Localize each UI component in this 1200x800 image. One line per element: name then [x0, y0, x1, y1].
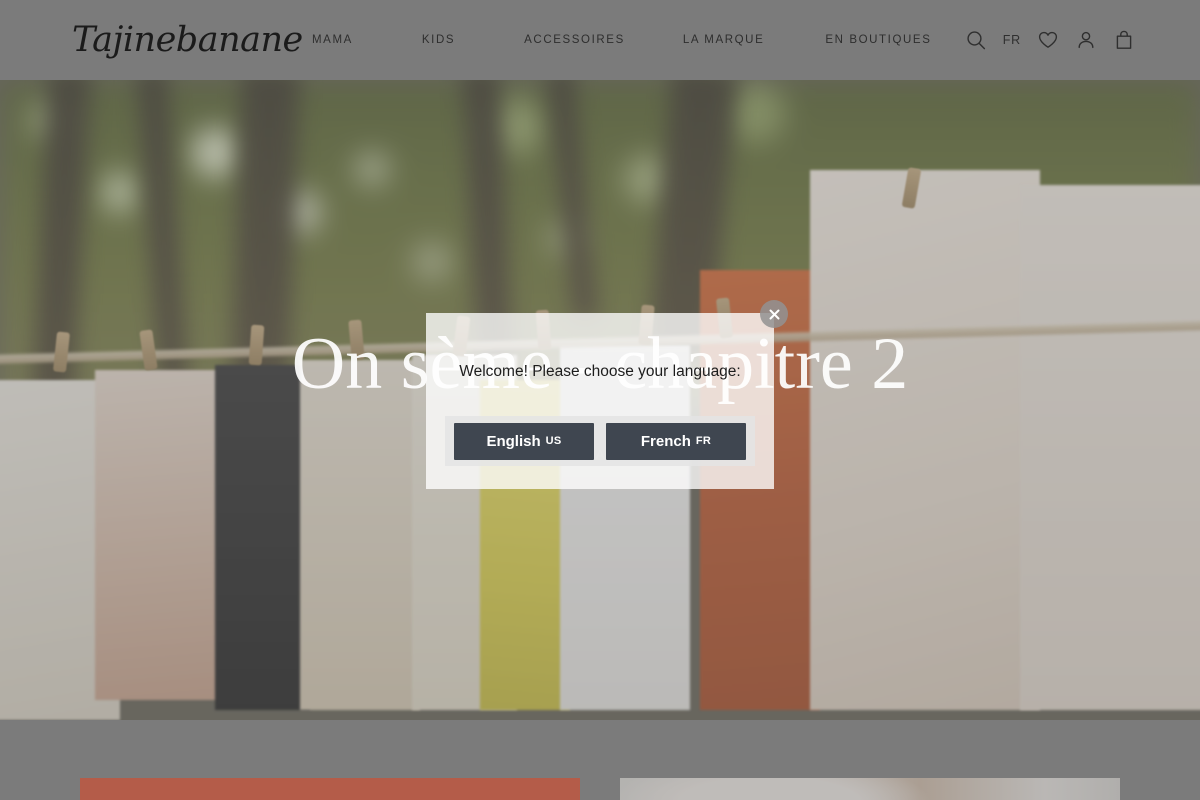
promo-card-right[interactable]	[620, 778, 1120, 800]
nav-item-la-marque[interactable]: LA MARQUE	[683, 34, 765, 46]
shopping-bag-icon[interactable]	[1113, 29, 1135, 51]
french-country-code: FR	[695, 435, 712, 447]
card-overlay	[80, 778, 580, 800]
main-navigation: MAMA KIDS ACCESSOIRES LA MARQUE EN BOUTI…	[312, 34, 931, 46]
user-icon[interactable]	[1075, 29, 1097, 51]
card-overlay	[620, 778, 1120, 800]
select-french-button[interactable]: French FR	[606, 422, 746, 460]
french-label: French	[640, 432, 691, 450]
content-section	[0, 720, 1200, 800]
header-actions: FR	[965, 29, 1135, 51]
modal-message: Welcome! Please choose your language:	[459, 363, 741, 380]
language-switcher[interactable]: FR	[1003, 29, 1021, 51]
english-country-code: US	[545, 435, 562, 447]
nav-item-accessoires[interactable]: ACCESSOIRES	[524, 34, 625, 46]
page-root: Tajinebanane MAMA KIDS ACCESSOIRES LA MA…	[0, 0, 1200, 800]
select-english-button[interactable]: English US	[454, 422, 594, 460]
promo-card-grid	[80, 778, 1120, 800]
nav-item-en-boutiques[interactable]: EN BOUTIQUES	[825, 34, 931, 46]
site-header: Tajinebanane MAMA KIDS ACCESSOIRES LA MA…	[0, 0, 1200, 80]
close-icon[interactable]	[760, 300, 788, 328]
site-logo[interactable]: Tajinebanane	[72, 20, 303, 60]
language-selection-modal: Welcome! Please choose your language: En…	[426, 300, 788, 489]
heart-icon[interactable]	[1037, 29, 1059, 51]
search-icon[interactable]	[965, 29, 987, 51]
nav-item-mama[interactable]: MAMA	[312, 34, 353, 46]
english-label: English	[486, 432, 541, 450]
modal-button-bar: English US French FR	[445, 416, 755, 466]
promo-card-left[interactable]	[80, 778, 580, 800]
nav-item-kids[interactable]: KIDS	[422, 34, 455, 46]
